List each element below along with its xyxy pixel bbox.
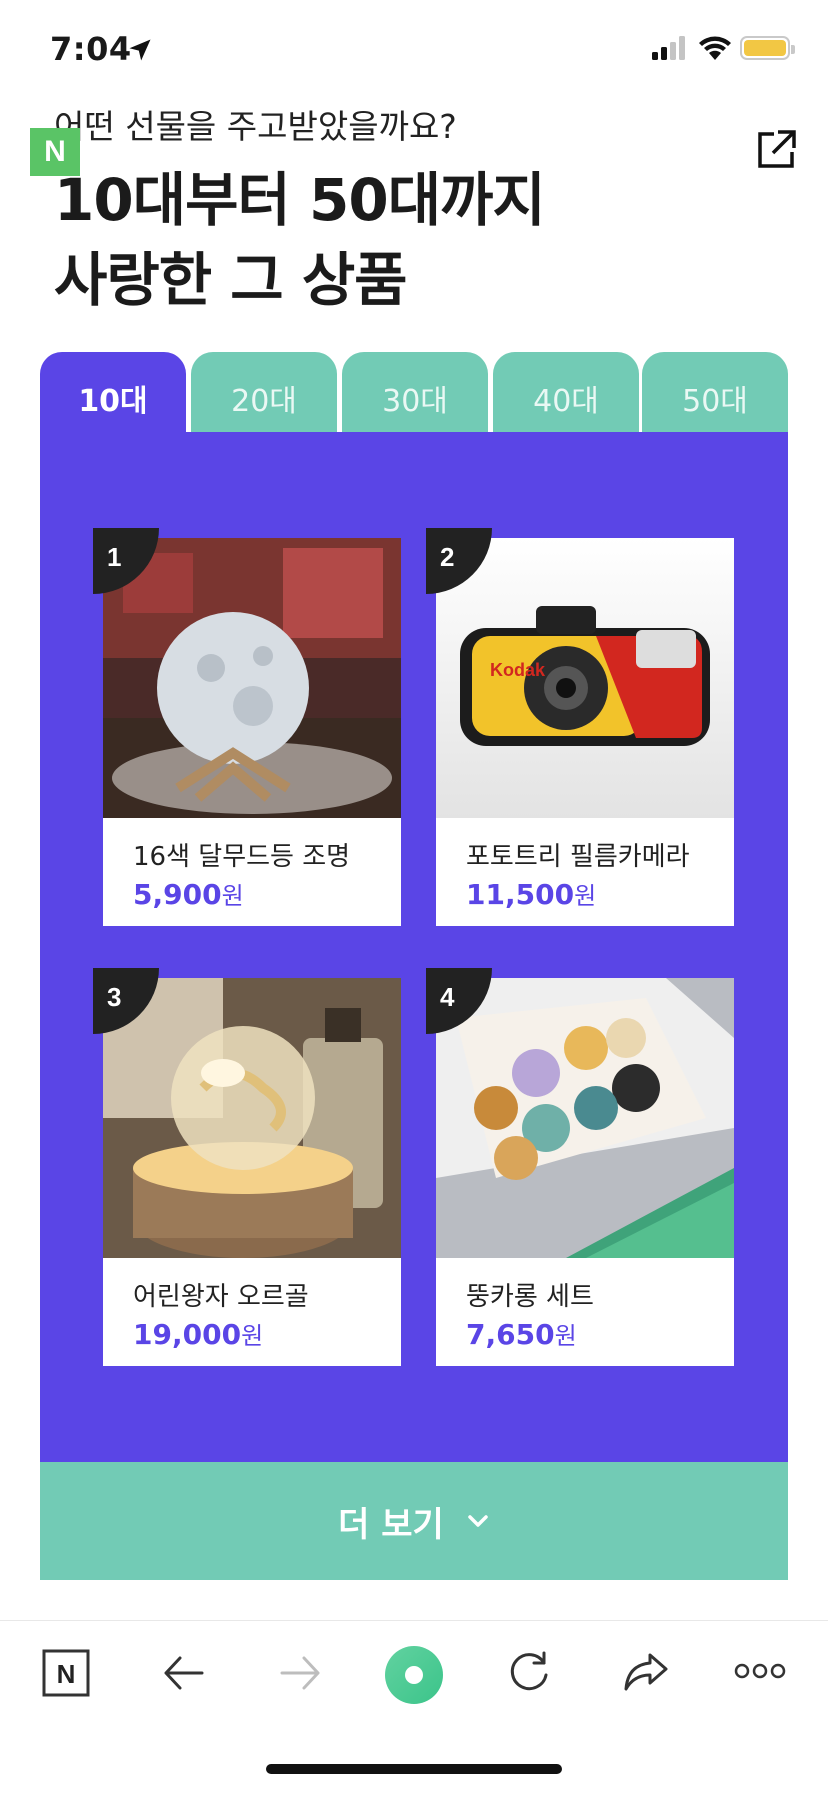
product-image-macaron-set [436, 978, 734, 1258]
more-icon[interactable] [734, 1661, 786, 1681]
price-value: 7,650 [466, 1318, 555, 1351]
battery-icon [740, 36, 795, 60]
price-value: 19,000 [133, 1318, 242, 1351]
price-unit: 원 [221, 882, 244, 910]
product-price: 7,650원 [466, 1316, 577, 1351]
age-tabs: 10대 20대 30대 40대 50대 [40, 352, 788, 432]
green-dot-icon[interactable] [384, 1645, 444, 1705]
product-card[interactable]: Kodak 2 포토트리 필름카메라 11,500원 [426, 528, 734, 926]
toolbar-home-letter: N [57, 1659, 76, 1689]
product-price: 19,000원 [133, 1316, 263, 1351]
price-unit: 원 [241, 1322, 264, 1350]
tab-20s[interactable]: 20대 [191, 352, 337, 432]
price-value: 11,500 [466, 878, 575, 911]
refresh-icon[interactable] [506, 1649, 552, 1695]
cellular-signal-icon [652, 36, 685, 60]
wifi-icon [699, 36, 731, 60]
product-name: 포토트리 필름카메라 [466, 842, 690, 872]
product-name: 뚱카롱 세트 [466, 1282, 594, 1312]
title-line-2: 사랑한 그 상품 [54, 246, 408, 314]
location-arrow-icon [129, 39, 151, 61]
product-name: 16색 달무드등 조명 [133, 842, 351, 872]
price-unit: 원 [574, 882, 597, 910]
product-name: 어린왕자 오르골 [133, 1282, 309, 1312]
back-arrow-icon[interactable] [162, 1653, 206, 1693]
chevron-down-icon [468, 1515, 488, 1527]
product-card[interactable]: 3 어린왕자 오르골 19,000원 [93, 968, 401, 1366]
kodak-label: Kodak [490, 660, 546, 680]
more-button[interactable]: 더 보기 [40, 1462, 788, 1580]
forward-arrow-icon[interactable] [278, 1653, 322, 1693]
price-value: 5,900 [133, 878, 222, 911]
product-price: 5,900원 [133, 876, 244, 911]
product-card[interactable]: 4 뚱카롱 세트 7,650원 [426, 968, 734, 1366]
tab-10s[interactable]: 10대 [40, 352, 186, 432]
tab-40s[interactable]: 40대 [493, 352, 639, 432]
share-icon[interactable] [622, 1651, 670, 1693]
status-bar: 7:04 [0, 0, 828, 100]
page-subtitle: 어떤 선물을 주고받았을까요? [54, 107, 457, 146]
tab-50s[interactable]: 50대 [642, 352, 788, 432]
status-time: 7:04 [50, 30, 132, 68]
naver-home-icon[interactable]: N [42, 1649, 90, 1697]
product-image-film-camera: Kodak [436, 538, 734, 818]
more-button-label: 더 보기 [338, 1504, 444, 1545]
tab-30s[interactable]: 30대 [342, 352, 488, 432]
title-line-1: 10대부터 50대까지 [54, 166, 546, 234]
product-price: 11,500원 [466, 876, 596, 911]
page-title: 10대부터 50대까지 사랑한 그 상품 [54, 160, 546, 320]
product-card[interactable]: 1 16색 달무드등 조명 5,900원 [93, 528, 401, 926]
home-indicator [266, 1764, 562, 1774]
product-image-music-box [103, 978, 401, 1258]
external-share-icon[interactable] [756, 128, 798, 170]
price-unit: 원 [554, 1322, 577, 1350]
product-panel: 1 16색 달무드등 조명 5,900원 Kodak 2 포토트리 필름카메라 … [40, 432, 788, 1462]
product-image-moon-lamp [103, 538, 401, 818]
